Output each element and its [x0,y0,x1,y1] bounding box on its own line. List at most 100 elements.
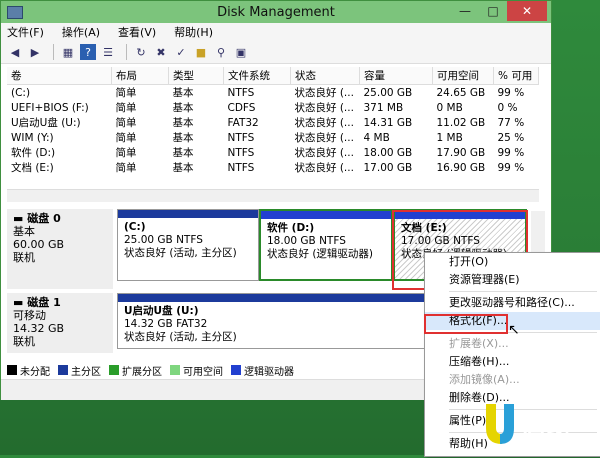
menu-view[interactable]: 查看(V) [118,24,156,40]
volume-layout: 简单 [115,117,137,129]
menu-help[interactable]: 帮助(H) [174,24,213,40]
volume-fs: NTFS [227,146,255,159]
horizontal-scrollbar[interactable] [7,189,539,202]
volume-fs: NTFS [227,131,255,144]
table-row[interactable]: WIM (Y:) 简单 基本 NTFS 状态良好 (... 4 MB 1 MB … [7,130,539,145]
col-volume[interactable]: 卷 [7,67,112,85]
legend-swatch [170,365,180,375]
col-free[interactable]: 可用空间 [432,67,494,85]
table-row[interactable]: (C:) 简单 基本 NTFS 状态良好 (... 25.00 GB 24.65… [7,85,539,101]
legend-swatch [7,365,17,375]
volume-status: 状态良好 (... [294,132,354,144]
volume-type: 基本 [172,87,194,99]
partition-d[interactable]: 软件 (D:) 18.00 GB NTFS 状态良好 (逻辑驱动器) [259,209,393,281]
legend-swatch [231,365,241,375]
volume-name: U启动U盘 (U:) [11,117,81,129]
volume-name: 软件 (D:) [11,147,56,159]
volume-status: 状态良好 (... [294,147,354,159]
volume-fs: NTFS [227,86,255,99]
list-icon[interactable]: ☰ [100,44,116,60]
volume-status: 状态良好 (... [294,87,354,99]
toolbar: ◀ ▶ ▦ ? ☰ ↻ ✖ ✓ ■ ⚲ ▣ [1,41,551,64]
col-type[interactable]: 类型 [168,67,224,85]
minimize-button[interactable]: — [451,1,479,21]
legend-label: 可用空间 [183,366,223,378]
legend-label: 扩展分区 [122,366,162,378]
volume-type: 基本 [172,147,194,159]
volume-free: 11.02 GB [436,116,486,129]
search-icon[interactable]: ⚲ [213,44,229,60]
menu-item-add-mirror: 添加镜像(A)... [449,373,520,386]
disk-1-info[interactable]: ▬ 磁盘 1 可移动 14.32 GB 联机 [7,293,113,353]
close-button[interactable]: ✕ [507,1,547,21]
partition-detail: 25.00 GB NTFS [124,234,203,246]
properties-icon[interactable]: ▦ [60,44,76,60]
volume-status: 状态良好 (... [294,117,354,129]
partition-status: 状态良好 (活动, 主分区) [124,247,237,259]
volume-type: 基本 [172,117,194,129]
volume-capacity: 4 MB [363,131,390,144]
refresh-icon[interactable]: ↻ [133,44,149,60]
volume-fs: NTFS [227,161,255,174]
table-row[interactable]: UEFI+BIOS (F:) 简单 基本 CDFS 状态良好 (... 371 … [7,100,539,115]
folder-open-icon[interactable]: ■ [193,44,209,60]
maximize-button[interactable]: □ [479,1,507,21]
menu-file[interactable]: 文件(F) [7,24,44,40]
partition-title: 软件 (D:) [267,222,315,234]
menu-item-change-letter[interactable]: 更改驱动器号和路径(C)... [425,294,600,312]
volume-list: 卷 布局 类型 文件系统 状态 容量 可用空间 % 可用 (C:) 简单 基本 … [7,67,539,201]
partition-title: (C:) [124,221,146,233]
legend-label: 逻辑驱动器 [244,366,294,378]
volume-status: 状态良好 (... [294,102,354,114]
menu-item-open[interactable]: 打开(O) [425,253,600,271]
partition-detail: 14.32 GB FAT32 [124,318,208,330]
disk-icon: ▬ [13,212,28,225]
legend-item: 可用空间 [170,363,223,378]
volume-percent: 99 % [497,86,525,99]
disk-0-info[interactable]: ▬ 磁盘 0 基本 60.00 GB 联机 [7,209,113,289]
volume-type: 基本 [172,102,194,114]
legend-label: 未分配 [20,366,50,378]
volume-name: (C:) [11,86,31,99]
export-icon[interactable]: ▣ [233,44,249,60]
disk-size: 14.32 GB [13,322,65,335]
volume-free: 16.90 GB [436,161,486,174]
col-filesystem[interactable]: 文件系统 [223,67,291,85]
col-capacity[interactable]: 容量 [359,67,433,85]
table-row[interactable]: U启动U盘 (U:) 简单 基本 FAT32 状态良好 (... 14.31 G… [7,115,539,130]
help-icon[interactable]: ? [80,44,96,60]
partition-c[interactable]: (C:) 25.00 GB NTFS 状态良好 (活动, 主分区) [117,209,259,281]
delete-icon[interactable]: ✖ [153,44,169,60]
table-row[interactable]: 文档 (E:) 简单 基本 NTFS 状态良好 (... 17.00 GB 16… [7,160,539,175]
menu-item-shrink[interactable]: 压缩卷(H)... [425,353,600,371]
legend-item: 主分区 [58,363,101,378]
disk-status: 联机 [13,335,35,348]
disk-type: 基本 [13,225,35,238]
volume-free: 24.65 GB [436,86,486,99]
volume-fs: CDFS [227,101,256,114]
menu-item-explorer[interactable]: 资源管理器(E) [425,271,600,289]
check-icon[interactable]: ✓ [173,44,189,60]
col-layout[interactable]: 布局 [111,67,169,85]
disk-status: 联机 [13,251,35,264]
back-icon[interactable]: ◀ [7,44,23,60]
disk-icon: ▬ [13,296,28,309]
volume-layout: 简单 [115,102,137,114]
volume-capacity: 25.00 GB [363,86,413,99]
legend-item: 逻辑驱动器 [231,363,294,378]
volume-percent: 99 % [497,161,525,174]
partition-bar [261,211,391,219]
svg-text:WWW.UQIDONG.COM: WWW.UQIDONG.COM [522,444,597,452]
forward-icon[interactable]: ▶ [27,44,43,60]
legend-item: 未分配 [7,363,50,378]
volume-capacity: 18.00 GB [363,146,413,159]
menu-action[interactable]: 操作(A) [62,24,100,40]
table-row[interactable]: 软件 (D:) 简单 基本 NTFS 状态良好 (... 18.00 GB 17… [7,145,539,160]
volume-name: UEFI+BIOS (F:) [11,101,89,114]
col-percent-free[interactable]: % 可用 [493,67,539,85]
volume-free: 17.90 GB [436,146,486,159]
volume-layout: 简单 [115,162,137,174]
legend-swatch [58,365,68,375]
col-status[interactable]: 状态 [290,67,360,85]
volume-percent: 25 % [497,131,525,144]
